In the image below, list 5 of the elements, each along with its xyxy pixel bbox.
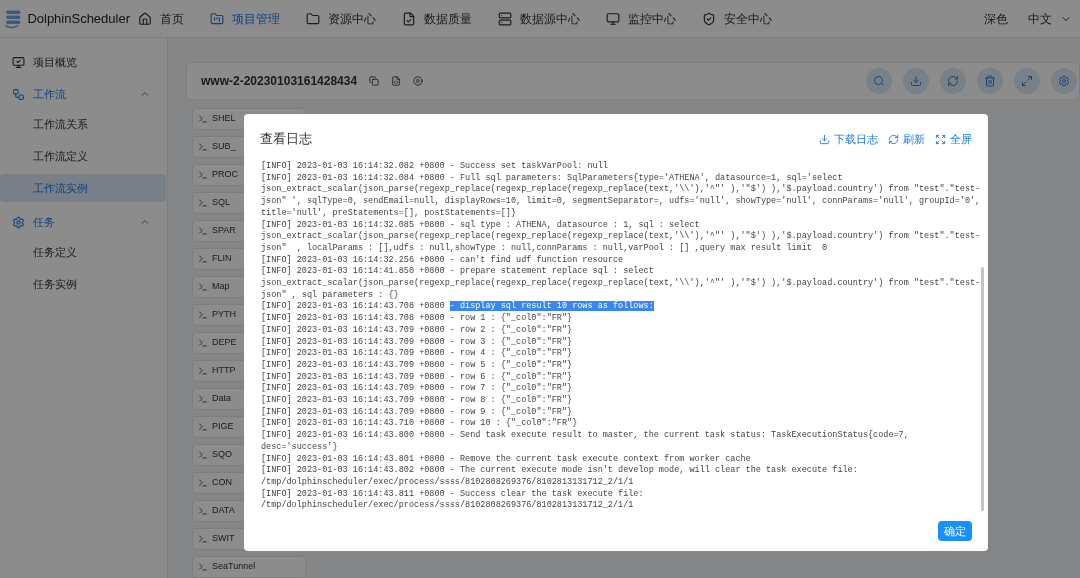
log-text: [INFO] 2023-01-03 16:14:32.082 +0800 - Success set taskVarPool: null [INFO] 2023-01-03 16:14:32.084 +0800 - Full sql parameters: SqlParameters{type='ATHENA', datasource=1, sql='select json_extract_scalar(json_parse(regexp_replace(regexp_replace(regexp_replace(text,'\\'),'^"' ),'"$') ),'$.payload.country') from "test"."test- json" ', sqlType=0, sendEmail=null, displayRows=10, limit=0, segmentSeparator=, udfs='null', showType='null', connParams='null', groupId='0', title='null', preStatements=[], postStatements=[]} [INFO] 2023-01-03 16:14:32.085 +0800 - sql type : ATHENA, datasource : 1, sql : select json_extract_scalar(json_parse(regexp_replace(regexp_replace(regexp_replace(text,'\\'),'^"' ),'"$') ),'$.payload.country') from "test"."test- json" , localParams : [],udfs : null,showType : null,connParams : null,varPool : [] ,query max result limit 0 [INFO] 2023-01-03 16:14:32.256 +0800 - can't find udf function resource [INFO] 2023-01-03 16:14:41.850 +0800 - prepare statement replace sql : select json_extract_scalar(json_parse(regexp_replace(regexp_replace(regexp_replace(text,'\\'),'^"' ),'"$') ),'$.payload.country') from "test"."test- json" , sql parameters : {} [INFO] 2023-01-03 16:14:43.708 +0800 - display sql result 10 rows as follows: [INFO] 2023-01-03 16:14:43.708 +0800 - row 1 : {"_col0":"FR"} [INFO] 2023-01-03 16:14:43.709 +0800 - row 2 : {"_col0":"FR"} [INFO] 2023-01-03 16:14:43.709 +0800 - row 3 : {"_col0":"FR"} [INFO] 2023-01-03 16:14:43.709 +0800 - row 4 : {"_col0":"FR"} [INFO] 2023-01-03 16:14:43.709 +0800 - row 5 : {"_col0":"FR"} [INFO] 2023-01-03 16:14:43.709 +0800 - row 6 : {"_col0":"FR"} [INFO] 2023-01-03 16:14:43.709 +0800 - row 7 : {"_col0":"FR"} [INFO] 2023-01-03 16:14:43.709 +0800 - row 8 : {"_col0":"FR"} [INFO] 2023-01-03 16:14:43.709 +0800 - row 9 : {"_col0":"FR"} [INFO] 2023-01-03 16:14:43.710 +0800 - row 10 : {"_col0":"FR"} [INFO] 2023-01-03 16:14:43.800 +0800 - Send task execute result to master, the current task status: TaskExecutionStatus{code=7, desc='success'} [INFO] 2023-01-03 16:14:43.801 +0800 - Remove the current task execute context from worker cache [INFO] 2023-01-03 16:14:43.802 +0800 - The current execute mode isn't develop mode, will clear the task execute file: /tmp/dolphinscheduler/exec/process/ssss/8102808269376/8102813131712_2/1/1 [INFO] 2023-01-03 16:14:43.811 +0800 - Success clear the task execute file: /tmp/dolphinscheduler/exec/process/ssss/8102808269376/8102813131712_2/1/1 [261, 161, 981, 513]
workflow-title: www-2-20230103161428434 [201, 73, 358, 90]
selected-text: - display sql result 10 rows as follows: [449, 301, 654, 312]
dialog-title: 查看日志 [260, 130, 312, 149]
app-name: DolphinScheduler [27, 9, 130, 28]
